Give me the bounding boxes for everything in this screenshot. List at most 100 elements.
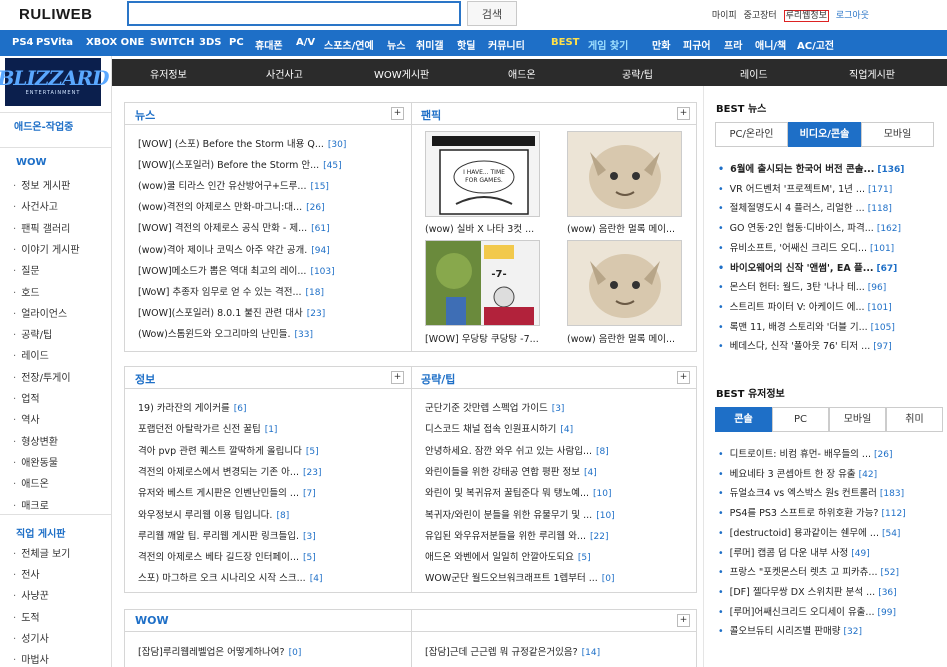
fanfic-caption-3[interactable]: [WOW] 우당탕 쿠당탕 -7... — [425, 331, 539, 345]
logout-link[interactable]: 로그아웃 — [836, 11, 869, 21]
wow-more-button[interactable]: + — [677, 614, 690, 627]
best_news-item[interactable]: VR 어드벤처 '프로젝트M', 1년 ...[171] — [718, 181, 893, 195]
best_news-item[interactable]: 바이오웨어의 신작 '앤썸', EA 플...[67] — [718, 260, 897, 274]
info-post[interactable]: 격아 pvp 관련 퀘스트 깔딱하게 올립니다 [5] — [138, 443, 319, 457]
best_user-tab[interactable]: 취미 — [886, 407, 943, 432]
best_user-item[interactable]: [DF] 젤다무쌍 DX 스위치판 분석 ...[36] — [718, 584, 897, 598]
fanfic-caption-2[interactable]: (wow) 음란한 멀록 메이... — [567, 221, 675, 235]
guide-post[interactable]: 복귀자/와린이 분들을 위한 유물무기 및 ... [10] — [425, 507, 615, 521]
sidebar-wow-item[interactable]: 이야기 게시판 — [13, 241, 79, 256]
best_user-tab[interactable]: PC — [772, 407, 829, 432]
nav-item[interactable]: 핫딜 — [457, 37, 475, 52]
wow-board-title[interactable]: WOW — [135, 614, 169, 627]
sidebar-wow-item[interactable]: 업적 — [13, 390, 39, 405]
sidebar-job-item[interactable]: 전체글 보기 — [13, 545, 70, 560]
subnav-item[interactable]: 공략/팁 — [622, 66, 653, 81]
subnav-item[interactable]: 애드온 — [508, 66, 536, 81]
best_user-item[interactable]: 베요네타 3 콘셉아트 한 장 유출[42] — [718, 466, 878, 480]
guide-post[interactable]: 애드온 와벤에서 일일히 안깔아도되요 [5] — [425, 549, 591, 563]
news-post[interactable]: [WOW](스포일러) 8.0.1 불진 관련 대사 [23] — [138, 305, 325, 319]
best_news-item[interactable]: 록맨 11, 배경 스토리와 '더블 기...[105] — [718, 319, 895, 333]
info-post[interactable]: 격전의 아제로스 베타 길드장 인터페이... [5] — [138, 549, 316, 563]
news-post[interactable]: [WOW](스포일러) Before the Storm 안... [45] — [138, 157, 342, 171]
nav-item[interactable]: 프라 — [724, 37, 742, 52]
subnav-item[interactable]: 레이드 — [740, 66, 768, 81]
sidebar-wow-item[interactable]: 호드 — [13, 284, 39, 299]
fanfic-thumb-1[interactable]: I HAVE... TIME FOR GAMES. — [425, 131, 540, 217]
best_news-item[interactable]: 유비소프트, '어쌔신 크리드 오디...[101] — [718, 240, 895, 254]
nav-item[interactable]: 만화 — [652, 37, 670, 52]
nav-item[interactable]: 뉴스 — [387, 37, 405, 52]
best_user-item[interactable]: 듀얼쇼크4 vs 엑스박스 원s 컨트롤러[183] — [718, 485, 904, 499]
news-post[interactable]: [WOW]메소드가 뽑은 역대 최고의 레이... [103] — [138, 263, 335, 277]
nav-item[interactable]: PC — [229, 37, 244, 48]
nav-item[interactable]: A/V — [296, 37, 315, 48]
fanfic-thumb-4[interactable] — [567, 240, 682, 326]
fanfic-title[interactable]: 팬픽 — [421, 107, 441, 123]
fanfic-caption-4[interactable]: (wow) 음란한 멀록 메이... — [567, 331, 675, 345]
fanfic-thumb-3[interactable]: -7- — [425, 240, 540, 326]
guide-post[interactable]: 와린이 및 복귀유저 꿀팁준다 뭐 탱노예... [10] — [425, 485, 611, 499]
news-more-button[interactable]: + — [391, 107, 404, 120]
sidebar-job-item[interactable]: 성기사 — [13, 630, 49, 645]
sidebar-job-item[interactable]: 전사 — [13, 566, 39, 581]
fanfic-more-button[interactable]: + — [677, 107, 690, 120]
news-post[interactable]: (wow)격전의 아제로스 만화-마그니:대... [26] — [138, 199, 325, 213]
info-post[interactable]: 포랩던전 아탈락가르 신전 꿀팁 [1] — [138, 421, 277, 435]
info-post[interactable]: 19) 카라잔의 게이커를 [6] — [138, 400, 247, 414]
blizzard-logo[interactable]: BLIZZARD ENTERTAINMENT — [0, 58, 110, 106]
best_user-item[interactable]: 프랑스 "포켓몬스터 렛츠 고 피카츄...[52] — [718, 564, 899, 578]
news-post[interactable]: [WOW] 격전의 아제로스 공식 만화 - 제... [61] — [138, 220, 330, 234]
sidebar-wow-item[interactable]: 얼라이언스 — [13, 305, 67, 320]
job-section-title[interactable]: 직업 게시판 — [16, 525, 65, 540]
info-post[interactable]: 격전의 아제로스에서 변경되는 기존 아... [23] — [138, 464, 321, 478]
wow-section-title[interactable]: WOW — [16, 157, 47, 168]
guide-post[interactable]: 유입된 와우유저분들을 위한 루리웹 와... [22] — [425, 528, 608, 542]
nav-item[interactable]: 3DS — [199, 37, 221, 48]
best_user-tab[interactable]: 모바일 — [829, 407, 886, 432]
best_news-item[interactable]: GO 연동·2인 협동·디바이스, 파격...[162] — [718, 220, 901, 234]
best_news-tab[interactable]: PC/온라인 — [715, 122, 788, 147]
sidebar-wow-item[interactable]: 레이드 — [13, 347, 49, 362]
guide-title[interactable]: 공략/팁 — [421, 371, 455, 387]
guide-post[interactable]: 안녕하세요. 잠깐 와우 쉬고 있는 사람입... [8] — [425, 443, 609, 457]
search-input[interactable] — [127, 1, 461, 26]
fanfic-caption-1[interactable]: (wow) 실바 X 나타 3컷 ... — [425, 221, 534, 235]
nav-item[interactable]: 스포츠/연예 — [324, 37, 374, 52]
nav-item[interactable]: SWITCH — [150, 37, 194, 48]
subnav-item[interactable]: 사건사고 — [266, 66, 303, 81]
market-link[interactable]: 중고장터 — [744, 11, 777, 21]
nav-item[interactable]: 커뮤니티 — [488, 37, 525, 52]
nav-item[interactable]: PSVita — [36, 37, 73, 48]
best_user-tab[interactable]: 콘솔 — [715, 407, 772, 432]
guide-post[interactable]: 디스코드 채널 접속 인원표시하기 [4] — [425, 421, 573, 435]
best_user-item[interactable]: 디트로이트: 비컴 휴먼- 배우들의 ...[26] — [718, 446, 893, 460]
nav-item[interactable]: 애니/책 — [755, 37, 786, 52]
best_news-item[interactable]: 스트리트 파이터 V: 아케이드 에...[101] — [718, 299, 892, 313]
nav-item[interactable]: AC/고전 — [797, 37, 834, 52]
best_news-item[interactable]: 절체절명도시 4 플러스, 리얼한 ...[118] — [718, 200, 892, 214]
wow-post[interactable]: [잡담]근데 근근렙 뭐 규정같은거있음? [14] — [425, 644, 600, 658]
sidebar-wow-item[interactable]: 팬픽 갤러리 — [13, 220, 70, 235]
subnav-item[interactable]: WOW게시판 — [374, 66, 429, 81]
sidebar-wow-item[interactable]: 매크로 — [13, 497, 49, 512]
ruliweb-info-link[interactable]: 루리웹정보 — [783, 10, 829, 22]
best_user-item[interactable]: 콜오브듀티 시리즈별 판매량[32] — [718, 623, 862, 637]
best_user-item[interactable]: PS4를 PS3 스프트로 하위호환 가능?[112] — [718, 505, 906, 519]
search-button[interactable]: 검색 — [467, 1, 517, 26]
guide-more-button[interactable]: + — [677, 371, 690, 384]
news-post[interactable]: [WoW] 추종자 임무로 얻 수 있는 격전... [18] — [138, 284, 324, 298]
addon-title[interactable]: 애드온-작업중 — [14, 118, 73, 133]
guide-post[interactable]: 와린이들을 위한 강태공 연합 평판 정보 [4] — [425, 464, 597, 478]
sidebar-wow-item[interactable]: 형상변환 — [13, 433, 58, 448]
best_news-tab[interactable]: 모바일 — [861, 122, 934, 147]
sidebar-job-item[interactable]: 마법사 — [13, 651, 49, 666]
nav-item[interactable]: 피규어 — [683, 37, 711, 52]
news-post[interactable]: (Wow)스톰윈드와 오그리마의 난민들. [33] — [138, 326, 313, 340]
sidebar-wow-item[interactable]: 애드온 — [13, 475, 49, 490]
nav-item[interactable]: XBOX ONE — [86, 37, 144, 48]
info-post[interactable]: 루리웹 깨알 팁. 루리웹 게시판 링크들입. [3] — [138, 528, 316, 542]
info-post[interactable]: 스포) 마그하르 오크 시나리오 시작 스크... [4] — [138, 570, 322, 584]
news-title[interactable]: 뉴스 — [135, 107, 155, 123]
info-more-button[interactable]: + — [391, 371, 404, 384]
